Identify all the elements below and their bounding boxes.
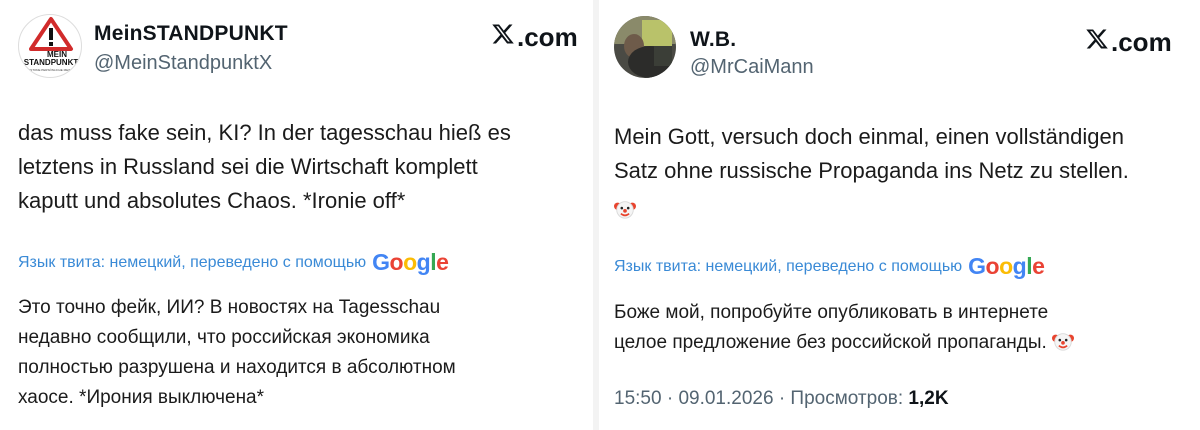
translated-line: Боже мой, попробуйте опубликовать в инте… xyxy=(614,302,1049,323)
brand-domain: .com xyxy=(1111,27,1172,57)
x-logo-icon xyxy=(492,24,514,44)
x-com-brand: .com xyxy=(490,22,578,53)
google-letter: G xyxy=(372,249,390,275)
display-name[interactable]: MeinSTANDPUNKT xyxy=(94,22,288,46)
google-logo: Google xyxy=(968,253,1045,280)
avatar-text-tagline: KEYSTONE PERSÖNLICHE MEINUNG xyxy=(24,68,78,72)
google-letter: g xyxy=(416,249,431,275)
tweet-text-line: Mein Gott, versuch doch einmal, einen vo… xyxy=(614,124,1124,149)
avatar-text-standpunkt: STANDPUNKT xyxy=(24,58,79,67)
tweet-text-line: kaputt und absolutes Chaos. *Ironie off* xyxy=(18,188,406,213)
google-letter: o xyxy=(403,249,417,275)
warning-sign-icon: MEIN STANDPUNKT KEYSTONE PERSÖNLICHE MEI… xyxy=(24,17,79,72)
translate-label[interactable]: Язык твита: немецкий, переведено с помощ… xyxy=(614,258,962,276)
tweet-text-line: Satz ohne russische Propaganda ins Netz … xyxy=(614,158,1129,183)
left-tweet-card: MEIN STANDPUNKT KEYSTONE PERSÖNLICHE MEI… xyxy=(0,0,592,430)
translated-text: Боже мой, попробуйте опубликовать в инте… xyxy=(614,298,1075,358)
meta-separator: · xyxy=(666,388,674,409)
panel-divider xyxy=(593,0,599,430)
google-letter: o xyxy=(389,249,404,275)
google-letter: o xyxy=(985,253,1000,279)
google-letter: G xyxy=(968,253,986,279)
profile-photo-icon xyxy=(614,16,676,78)
tweet-text: das muss fake sein, KI? In der tagesscha… xyxy=(18,116,511,218)
brand-domain: .com xyxy=(517,22,578,52)
google-letter: g xyxy=(1012,253,1027,279)
avatar[interactable] xyxy=(614,16,676,78)
google-letter: o xyxy=(999,253,1013,279)
views-label: Просмотров: xyxy=(790,388,904,409)
translated-text: Это точно фейк, ИИ? В новостях на Tagess… xyxy=(18,293,456,413)
translation-attribution[interactable]: Язык твита: немецкий, переведено с помощ… xyxy=(18,249,449,276)
translated-line: Это точно фейк, ИИ? В новостях на Tagess… xyxy=(18,297,441,318)
tweet-metadata: 15:50 · 09.01.2026 · Просмотров: 1,2K xyxy=(614,388,949,410)
avatar[interactable]: MEIN STANDPUNKT KEYSTONE PERSÖNLICHE MEI… xyxy=(18,14,82,78)
tweet-text-line: letztens in Russland sei die Wirtschaft … xyxy=(18,154,478,179)
translation-attribution[interactable]: Язык твита: немецкий, переведено с помощ… xyxy=(614,253,1045,280)
x-com-brand: .com xyxy=(1084,27,1172,58)
right-tweet-card: W.B. @MrCaiMann .com Mein Gott, versuch … xyxy=(600,0,1200,430)
google-letter: e xyxy=(1032,253,1045,279)
clown-face-icon xyxy=(1052,333,1075,351)
meta-separator: · xyxy=(778,388,786,409)
translated-line: хаосе. *Ирония выключена* xyxy=(18,387,265,408)
translate-label[interactable]: Язык твита: немецкий, переведено с помощ… xyxy=(18,254,366,272)
translated-line: недавно сообщили, что российская экономи… xyxy=(18,327,430,348)
user-handle[interactable]: @MrCaiMann xyxy=(690,56,814,79)
user-handle[interactable]: @MeinStandpunktX xyxy=(94,52,272,75)
translated-line: полностью разрушена и находится в абсолю… xyxy=(18,357,456,378)
views-count[interactable]: 1,2K xyxy=(908,388,948,409)
tweet-time[interactable]: 15:50 xyxy=(614,388,662,409)
translated-line-text: целое предложение без российской пропага… xyxy=(614,332,1047,353)
tweet-text: Mein Gott, versuch doch einmal, einen vo… xyxy=(614,120,1129,222)
tweet-text-line: das muss fake sein, KI? In der tagesscha… xyxy=(18,120,511,145)
display-name[interactable]: W.B. xyxy=(690,28,736,52)
clown-face-icon xyxy=(614,201,636,219)
x-logo-icon xyxy=(1086,29,1108,49)
translated-line: целое предложение без российской пропага… xyxy=(614,328,1075,358)
tweet-date[interactable]: 09.01.2026 xyxy=(678,388,773,409)
google-letter: e xyxy=(436,249,449,275)
tweet-emoji-line xyxy=(614,188,1129,222)
google-logo: Google xyxy=(372,249,449,276)
